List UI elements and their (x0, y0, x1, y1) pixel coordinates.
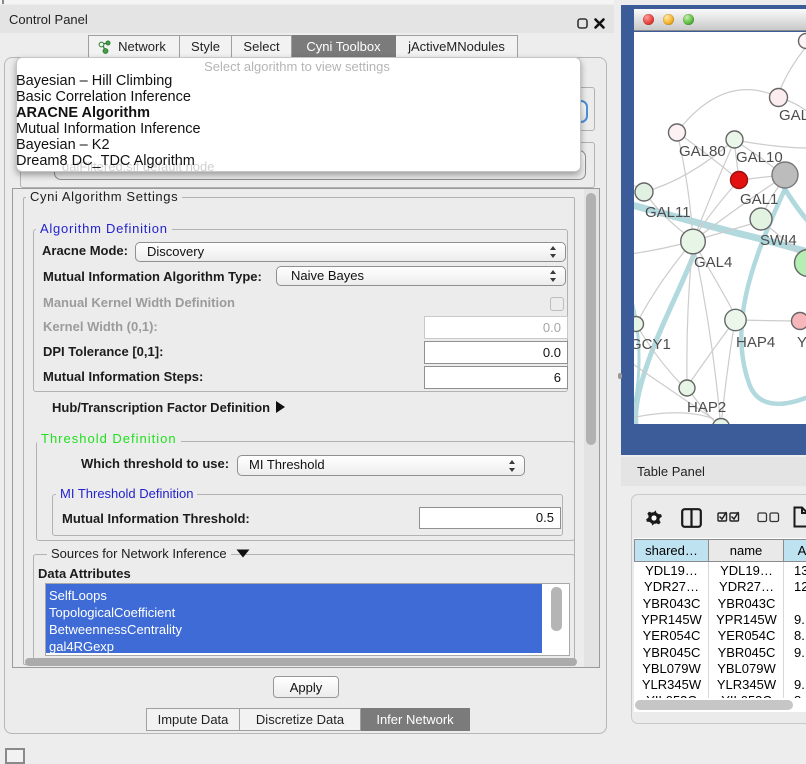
svg-text:GAL2: GAL2 (779, 107, 806, 124)
svg-text:GAL11: GAL11 (645, 204, 691, 221)
svg-text:GAL4: GAL4 (694, 254, 732, 271)
svg-text:GAL10: GAL10 (736, 149, 783, 166)
svg-text:HAP2: HAP2 (687, 399, 726, 416)
svg-text:GAL80: GAL80 (679, 143, 726, 160)
svg-text:GAL1: GAL1 (740, 191, 778, 208)
svg-text:SWI4: SWI4 (760, 232, 797, 249)
svg-text:YP: YP (797, 334, 806, 351)
svg-text:GCY1: GCY1 (634, 336, 671, 353)
svg-text:HAP4: HAP4 (736, 334, 775, 351)
